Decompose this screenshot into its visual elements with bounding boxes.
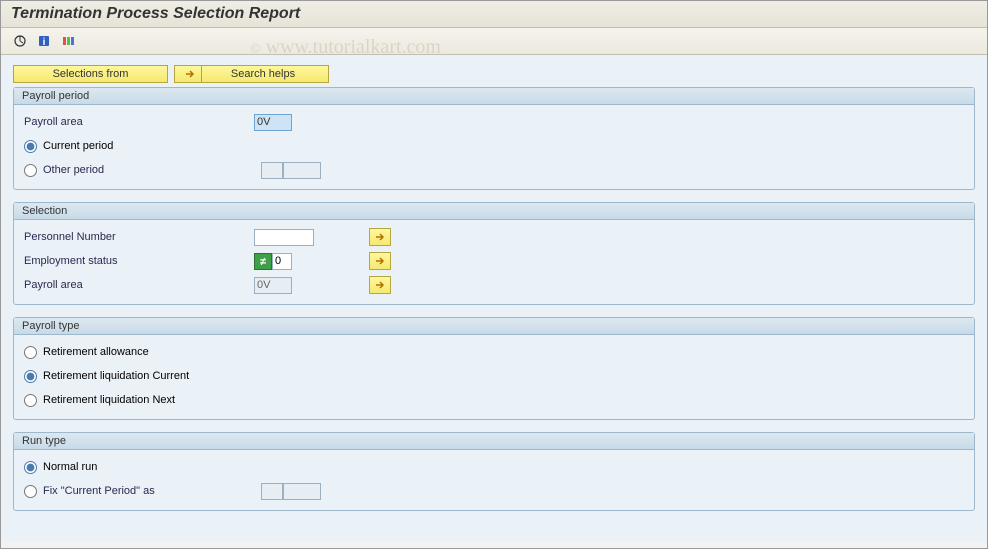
- personnel-number-input[interactable]: [254, 229, 314, 246]
- group-title: Payroll period: [14, 88, 974, 105]
- other-period-input-2: [283, 162, 321, 179]
- svg-text:i: i: [43, 37, 46, 48]
- group-title: Selection: [14, 203, 974, 220]
- current-period-label: Current period: [43, 140, 113, 152]
- retirement-liq-next-radio[interactable]: [24, 394, 37, 407]
- retirement-liq-next-label: Retirement liquidation Next: [43, 394, 175, 406]
- search-helps-button[interactable]: Search helps: [174, 65, 329, 83]
- not-equal-icon[interactable]: ≠: [254, 253, 272, 270]
- svg-text:≠: ≠: [260, 256, 266, 267]
- payroll-area-label: Payroll area: [24, 116, 254, 128]
- execute-icon[interactable]: [11, 32, 29, 50]
- retirement-liq-current-label: Retirement liquidation Current: [43, 370, 189, 382]
- payroll-area-sel-label: Payroll area: [24, 279, 254, 291]
- multi-select-button[interactable]: [369, 276, 391, 294]
- payroll-area-sel-input: [254, 277, 292, 294]
- group-payroll-type: Payroll type Retirement allowance Retire…: [13, 317, 975, 420]
- selections-from-button[interactable]: Selections from: [13, 65, 168, 83]
- fix-current-radio[interactable]: [24, 485, 37, 498]
- arrow-right-icon: [375, 280, 385, 290]
- arrow-right-icon: [185, 69, 195, 79]
- toolbar: i: [1, 28, 987, 55]
- fix-current-input-2: [283, 483, 321, 500]
- group-selection: Selection Personnel Number Employment st…: [13, 202, 975, 305]
- current-period-radio[interactable]: [24, 140, 37, 153]
- personnel-number-label: Personnel Number: [24, 231, 254, 243]
- payroll-area-input[interactable]: [254, 114, 292, 131]
- normal-run-label: Normal run: [43, 461, 97, 473]
- arrow-right-icon: [375, 232, 385, 242]
- other-period-label: Other period: [43, 164, 261, 176]
- page-title: Termination Process Selection Report: [1, 1, 987, 28]
- dynamic-selections-icon[interactable]: [59, 32, 77, 50]
- group-title: Run type: [14, 433, 974, 450]
- fix-current-label: Fix "Current Period" as: [43, 485, 261, 497]
- group-run-type: Run type Normal run Fix "Current Period"…: [13, 432, 975, 511]
- normal-run-radio[interactable]: [24, 461, 37, 474]
- other-period-radio[interactable]: [24, 164, 37, 177]
- group-payroll-period: Payroll period Payroll area Current peri…: [13, 87, 975, 190]
- info-icon[interactable]: i: [35, 32, 53, 50]
- other-period-input-1: [261, 162, 283, 179]
- group-title: Payroll type: [14, 318, 974, 335]
- arrow-right-icon: [375, 256, 385, 266]
- content-area: Selections from Search helps Payroll per…: [1, 55, 987, 542]
- retirement-allowance-radio[interactable]: [24, 346, 37, 359]
- employment-status-input[interactable]: [272, 253, 292, 270]
- multi-select-button[interactable]: [369, 252, 391, 270]
- retirement-allowance-label: Retirement allowance: [43, 346, 149, 358]
- retirement-liq-current-radio[interactable]: [24, 370, 37, 383]
- multi-select-button[interactable]: [369, 228, 391, 246]
- fix-current-input-1: [261, 483, 283, 500]
- employment-status-label: Employment status: [24, 255, 254, 267]
